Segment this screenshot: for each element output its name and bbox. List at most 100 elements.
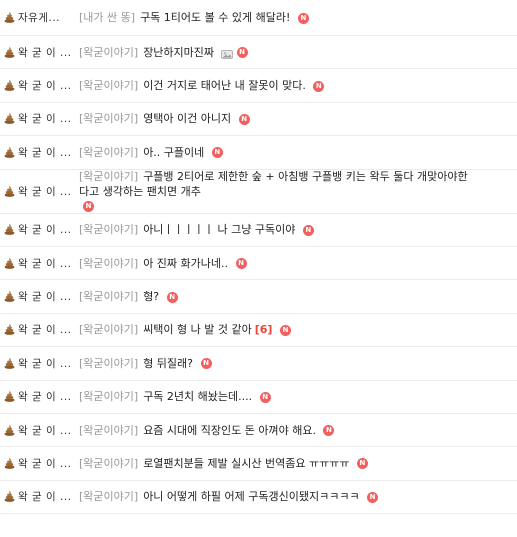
poop-icon <box>4 12 15 23</box>
poop-icon <box>4 391 15 403</box>
post-title-cell[interactable]: [왁굳이야기] 영택아 이건 아니지 N <box>79 103 517 135</box>
post-title-link[interactable]: 아니ㅣㅣㅣㅣㅣ 나 그냥 구독이야 <box>143 223 295 236</box>
post-title-cell[interactable]: [내가 싼 똥] 구독 1티어도 볼 수 있게 해달라! N <box>79 0 517 35</box>
new-badge-icon: N <box>323 425 335 437</box>
post-author-name: 왁 굳 이 ... <box>18 324 72 337</box>
post-row[interactable]: 왁 굳 이 ... [왁굳이야기] 아 진짜 화가나네.. N <box>0 247 517 281</box>
post-author-name: 왁 굳 이 ... <box>18 391 72 404</box>
post-row[interactable]: 왁 굳 이 ... [왁굳이야기] 아니ㅣㅣㅣㅣㅣ 나 그냥 구독이야 N <box>0 214 517 247</box>
post-category-tag: [왁굳이야기] <box>79 323 139 337</box>
post-title-cell[interactable]: [왁굳이야기] 형? N <box>79 280 517 312</box>
post-author[interactable]: 왁 굳 이 ... <box>4 356 74 371</box>
new-badge-icon: N <box>367 491 379 503</box>
new-badge-icon: N <box>211 147 223 159</box>
comment-count[interactable]: [6] <box>255 323 273 336</box>
post-title-cell[interactable]: [왁굳이야기] 아.. 구플이네 N <box>79 136 517 168</box>
post-title-link[interactable]: 씨택이 형 나 발 것 같아 <box>143 323 252 336</box>
post-row[interactable]: 왁 굳 이 ... [왁굳이야기] 요즘 시대에 직장인도 돈 아껴야 해요. N <box>0 414 517 448</box>
post-category-tag: [왁굳이야기] <box>79 490 139 504</box>
post-title-cell[interactable]: [왁굳이야기] 장난하지마진짜 N <box>79 36 517 68</box>
post-title-cell[interactable]: [왁굳이야기] 씨택이 형 나 발 것 같아 [6] N <box>79 314 517 346</box>
post-author[interactable]: 왁 굳 이 ... <box>4 322 74 337</box>
post-author[interactable]: 왁 굳 이 ... <box>4 45 74 60</box>
poop-icon <box>4 357 15 369</box>
post-author[interactable]: 왁 굳 이 ... <box>4 111 74 126</box>
post-title-cell[interactable]: [왁굳이야기] 구독 2년치 해놨는데.... N <box>79 381 517 413</box>
post-title-link[interactable]: 이건 거지로 태어난 내 잘못이 맞다. <box>143 79 306 92</box>
post-row[interactable]: 왁 굳 이 ... [왁굳이야기] 씨택이 형 나 발 것 같아 [6] N <box>0 314 517 348</box>
new-badge-icon: N <box>235 258 247 270</box>
post-title-cell[interactable]: [왁굳이야기] 요즘 시대에 직장인도 돈 아껴야 해요. N <box>79 414 517 446</box>
post-author[interactable]: 왁 굳 이 ... <box>4 256 74 271</box>
post-author[interactable]: 왁 굳 이 ... <box>4 145 74 160</box>
poop-icon <box>4 185 15 197</box>
post-author[interactable]: 왁 굳 이 ... <box>4 489 74 504</box>
post-row[interactable]: 왁 굳 이 ... [왁굳이야기] 이건 거지로 태어난 내 잘못이 맞다. N <box>0 69 517 103</box>
post-row[interactable]: 왁 굳 이 ... [왁굳이야기] 구독 2년치 해놨는데.... N <box>0 381 517 414</box>
post-author[interactable]: 왁 굳 이 ... <box>4 184 74 199</box>
poop-icon <box>4 491 15 503</box>
post-title-link[interactable]: 형? <box>143 290 159 303</box>
post-title-link[interactable]: 아니 어떻게 하필 어제 구독갱신이됐지ㅋㅋㅋㅋ <box>143 490 359 503</box>
post-author-name: 왁 굳 이 ... <box>18 146 72 159</box>
post-row[interactable]: 왁 굳 이 ... [왁굳이야기] 형 뒤질래? N <box>0 347 517 381</box>
post-title-cell[interactable]: [왁굳이야기] 아니 어떻게 하필 어제 구독갱신이됐지ㅋㅋㅋㅋ N <box>79 481 517 513</box>
post-category-tag: [내가 싼 똥] <box>79 11 136 24</box>
post-title-cell[interactable]: [왁굳이야기] 구플뱅 2티어로 제한한 숲 + 아침뱅 구플뱅 키는 왁두 둘다… <box>79 170 517 213</box>
post-author[interactable]: 왁 굳 이 ... <box>4 456 74 471</box>
post-author[interactable]: 왁 굳 이 ... <box>4 222 74 237</box>
new-badge-icon: N <box>356 458 368 470</box>
post-row[interactable]: 자유게... [내가 싼 똥] 구독 1티어도 볼 수 있게 해달라! N <box>0 0 517 36</box>
post-row[interactable]: 왁 굳 이 ... [왁굳이야기] 아.. 구플이네 N <box>0 136 517 170</box>
post-author-name: 왁 굳 이 ... <box>18 113 72 126</box>
new-badge-icon: N <box>259 391 271 403</box>
poop-icon <box>4 424 15 436</box>
post-author[interactable]: 왁 굳 이 ... <box>4 389 74 404</box>
post-author[interactable]: 왁 굳 이 ... <box>4 289 74 304</box>
post-row[interactable]: 왁 굳 이 ... [왁굳이야기] 로열팬치분들 제발 실시산 번역좀요 ㅠㅠㅠㅠ… <box>0 447 517 481</box>
post-author[interactable]: 왁 굳 이 ... <box>4 78 74 93</box>
poop-icon <box>4 458 15 469</box>
post-author-name: 왁 굳 이 ... <box>18 424 72 437</box>
post-title-link[interactable]: 장난하지마진짜 <box>143 46 214 59</box>
post-title-link[interactable]: 로열팬치분들 제발 실시산 번역좀요 ㅠㅠㅠㅠ <box>143 457 349 470</box>
post-category-tag: [왁굳이야기] <box>79 223 139 237</box>
new-badge-icon: N <box>200 358 212 370</box>
post-title-link[interactable]: 구독 2년치 해놨는데.... <box>143 390 252 403</box>
post-row[interactable]: 왁 굳 이 ... [왁굳이야기] 구플뱅 2티어로 제한한 숲 + 아침뱅 구플… <box>0 170 517 214</box>
new-badge-icon: N <box>83 201 94 213</box>
post-author-name: 왁 굳 이 ... <box>18 357 72 370</box>
post-title-link[interactable]: 형 뒤질래? <box>143 357 193 370</box>
post-title-link[interactable]: 영택아 이건 아니지 <box>143 112 231 125</box>
poop-icon <box>4 257 15 269</box>
poop-icon <box>4 80 15 91</box>
post-category-tag: [왁굳이야기] <box>79 169 139 183</box>
post-title-link[interactable]: 구독 1티어도 볼 수 있게 해달라! <box>140 11 290 24</box>
post-title-cell[interactable]: [왁굳이야기] 아 진짜 화가나네.. N <box>79 247 517 279</box>
post-row[interactable]: 왁 굳 이 ... [왁굳이야기] 장난하지마진짜 N <box>0 36 517 70</box>
post-title-cell[interactable]: [왁굳이야기] 로열팬치분들 제발 실시산 번역좀요 ㅠㅠㅠㅠ N <box>79 447 517 479</box>
post-row[interactable]: 왁 굳 이 ... [왁굳이야기] 형? N <box>0 280 517 314</box>
poop-icon <box>4 324 15 336</box>
post-title-link[interactable]: 요즘 시대에 직장인도 돈 아껴야 해요. <box>143 424 316 437</box>
post-category-tag: [왁굳이야기] <box>79 390 139 404</box>
post-category-tag: [왁굳이야기] <box>79 256 139 270</box>
new-badge-icon: N <box>279 324 291 336</box>
post-title-link[interactable]: 아 진짜 화가나네.. <box>143 257 228 270</box>
post-list: 자유게... [내가 싼 똥] 구독 1티어도 볼 수 있게 해달라! N 왁 굳… <box>0 0 517 515</box>
post-author-name: 자유게... <box>18 12 60 24</box>
post-row[interactable]: 왁 굳 이 ... [왁굳이야기] 아니 어떻게 하필 어제 구독갱신이됐지ㅋㅋㅋ… <box>0 481 517 515</box>
post-title-cell[interactable]: [왁굳이야기] 형 뒤질래? N <box>79 347 517 379</box>
post-title-cell[interactable]: [왁굳이야기] 이건 거지로 태어난 내 잘못이 맞다. N <box>79 69 517 101</box>
post-title-link[interactable]: 구플뱅 2티어로 제한한 숲 + 아침뱅 구플뱅 키는 왁두 둘다 개맞아야한 <box>143 170 467 183</box>
post-title-continued[interactable]: 다고 생각하는 팬치면 개추 <box>79 184 468 199</box>
post-author[interactable]: 왁 굳 이 ... <box>4 423 74 438</box>
post-author-name: 왁 굳 이 ... <box>18 491 72 504</box>
post-row[interactable]: 왁 굳 이 ... [왁굳이야기] 영택아 이건 아니지 N <box>0 103 517 137</box>
post-title-cell[interactable]: [왁굳이야기] 아니ㅣㅣㅣㅣㅣ 나 그냥 구독이야 N <box>79 214 517 246</box>
post-author-name: 왁 굳 이 ... <box>18 291 72 304</box>
new-badge-icon: N <box>297 12 309 24</box>
new-badge-icon: N <box>313 80 325 92</box>
post-author[interactable]: 자유게... <box>4 10 74 25</box>
post-title-link[interactable]: 아.. 구플이네 <box>143 146 204 159</box>
